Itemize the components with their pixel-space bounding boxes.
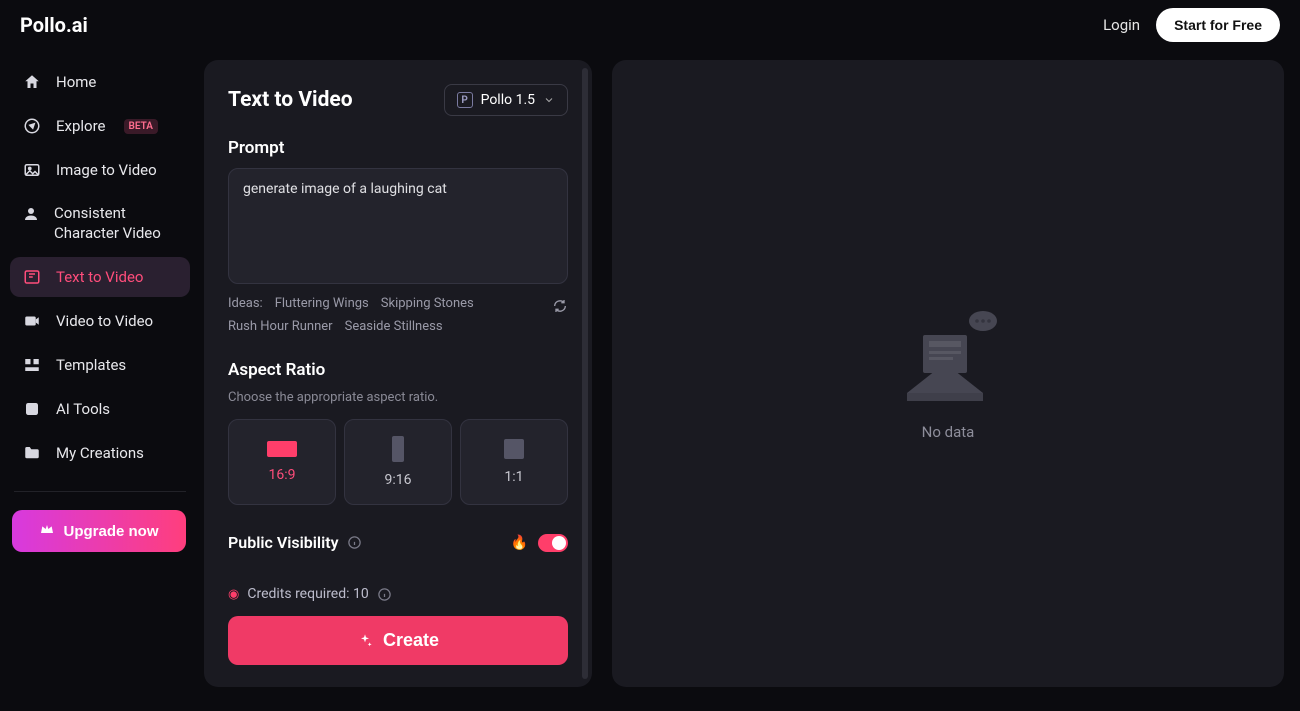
sidebar-item-label: Video to Video (56, 312, 153, 330)
compass-icon (22, 116, 42, 136)
ratio-shape-icon (392, 436, 404, 462)
model-logo-icon: P (457, 92, 473, 108)
sparkle-icon (357, 633, 373, 649)
character-icon (22, 204, 40, 224)
aspect-ratio-16-9[interactable]: 16:9 (228, 419, 336, 505)
sidebar-item-templates[interactable]: Templates (10, 345, 190, 385)
home-icon (22, 72, 42, 92)
public-visibility-toggle[interactable] (538, 534, 568, 552)
credits-icon: ◉ (228, 587, 239, 602)
sidebar-item-label: My Creations (56, 444, 144, 462)
aspect-ratio-1-1[interactable]: 1:1 (460, 419, 568, 505)
sidebar-item-my-creations[interactable]: My Creations (10, 433, 190, 473)
login-link[interactable]: Login (1103, 16, 1140, 34)
tools-icon (22, 399, 42, 419)
ratio-shape-icon (504, 439, 524, 459)
flame-icon: 🔥 (511, 535, 528, 551)
sidebar-item-video-to-video[interactable]: Video to Video (10, 301, 190, 341)
sidebar-item-home[interactable]: Home (10, 62, 190, 102)
no-data-label: No data (922, 423, 975, 441)
credits-label: Credits required: 10 (247, 586, 368, 602)
sidebar-item-label: Image to Video (56, 161, 157, 179)
upgrade-button[interactable]: Upgrade now (12, 510, 186, 552)
refresh-icon[interactable] (552, 298, 568, 314)
ratio-label: 9:16 (385, 472, 412, 488)
idea-tag[interactable]: Skipping Stones (381, 296, 474, 311)
sidebar-item-consistent-character[interactable]: Consistent Character Video (10, 194, 190, 253)
sidebar-item-text-to-video[interactable]: Text to Video (10, 257, 190, 297)
sidebar-item-label: Consistent Character Video (54, 204, 178, 243)
ratio-shape-icon (267, 441, 297, 457)
aspect-ratio-hint: Choose the appropriate aspect ratio. (228, 390, 568, 405)
folder-icon (22, 443, 42, 463)
page-title: Text to Video (228, 88, 353, 112)
create-label: Create (383, 630, 439, 651)
preview-panel: No data (612, 60, 1284, 687)
public-visibility-label: Public Visibility (228, 533, 339, 552)
idea-tag[interactable]: Seaside Stillness (345, 319, 443, 334)
sidebar-item-ai-tools[interactable]: AI Tools (10, 389, 190, 429)
idea-tag[interactable]: Rush Hour Runner (228, 319, 333, 334)
image-icon (22, 160, 42, 180)
ratio-label: 1:1 (504, 469, 523, 485)
form-panel: Text to Video P Pollo 1.5 Prompt Generat… (204, 60, 592, 687)
info-icon[interactable] (347, 535, 362, 550)
model-name: Pollo 1.5 (481, 92, 535, 108)
logo-name: Pollo (20, 13, 66, 37)
templates-icon (22, 355, 42, 375)
sidebar-item-label: Text to Video (56, 268, 143, 286)
sidebar-item-explore[interactable]: Explore BETA (10, 106, 190, 146)
aspect-ratio-9-16[interactable]: 9:16 (344, 419, 452, 505)
upgrade-label: Upgrade now (63, 523, 158, 540)
sidebar-item-label: Templates (56, 356, 126, 374)
create-button[interactable]: Create (228, 616, 568, 665)
prompt-input[interactable] (229, 169, 567, 281)
logo[interactable]: Pollo.ai (20, 13, 88, 37)
sidebar-item-label: Explore (56, 117, 106, 135)
ideas-label: Ideas: (228, 296, 263, 311)
sidebar-item-image-to-video[interactable]: Image to Video (10, 150, 190, 190)
text-icon (22, 267, 42, 287)
ratio-label: 16:9 (269, 467, 296, 483)
prompt-label: Prompt (228, 138, 568, 158)
logo-suffix: .ai (66, 13, 88, 37)
idea-tag[interactable]: Fluttering Wings (275, 296, 369, 311)
info-icon[interactable] (377, 587, 392, 602)
aspect-ratio-label: Aspect Ratio (228, 360, 568, 380)
chevron-down-icon (543, 94, 555, 106)
beta-badge: BETA (124, 119, 158, 134)
video-icon (22, 311, 42, 331)
sidebar-item-label: Home (56, 73, 96, 91)
crown-icon (39, 521, 55, 541)
sidebar: Home Explore BETA Image to Video Consist… (0, 50, 200, 711)
divider (14, 491, 186, 492)
model-select[interactable]: P Pollo 1.5 (444, 84, 568, 116)
no-data-illustration (893, 307, 1003, 407)
start-for-free-button[interactable]: Start for Free (1156, 8, 1280, 42)
sidebar-item-label: AI Tools (56, 400, 110, 418)
